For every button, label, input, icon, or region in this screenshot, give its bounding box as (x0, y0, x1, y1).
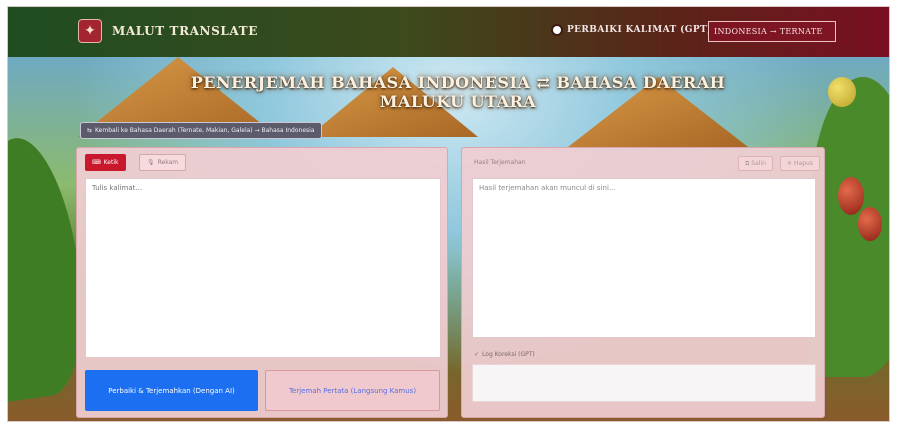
output-panel: Hasil Terjemahan ⧉ Salin ✕ Hapus Hasil t… (461, 147, 825, 418)
clear-button-label: Hapus (794, 160, 813, 167)
language-direction-select[interactable]: INDONESIA → TERNATE (708, 21, 836, 42)
toggle-radio-icon[interactable] (553, 26, 561, 34)
tab-record[interactable]: 🎙 Rekam (139, 154, 187, 171)
logo-icon: ✦ (78, 19, 102, 43)
top-bar: ✦ MALUT TRANSLATE PERBAIKI KALIMAT (GPT)… (8, 7, 889, 57)
cocoa-pod (858, 207, 882, 241)
reverse-direction-chip[interactable]: ⇆ Kembali ke Bahasa Daerah (Ternate, Mak… (80, 122, 322, 139)
brand-title: MALUT TRANSLATE (112, 24, 258, 38)
copy-button-label: Salin (751, 160, 766, 167)
toggle-label: PERBAIKI KALIMAT (GPT) (567, 25, 712, 35)
yellow-fruit (828, 77, 856, 107)
output-label: Hasil Terjemahan (474, 159, 526, 166)
translation-output[interactable]: Hasil terjemahan akan muncul di sini... (472, 178, 816, 338)
tab-record-label: Rekam (157, 159, 179, 166)
reverse-chip-label: Kembali ke Bahasa Daerah (Ternate, Makia… (95, 127, 315, 134)
trash-icon: ✕ (787, 160, 793, 167)
correction-log-box (472, 364, 816, 402)
clear-button[interactable]: ✕ Hapus (780, 156, 820, 171)
log-label: Log Koreksi (GPT) (482, 351, 535, 358)
chevron-down-icon: ✓ (474, 351, 480, 358)
page-title: PENERJEMAH BAHASA INDONESIA ⇄ BAHASA DAE… (190, 73, 726, 111)
microphone-icon: 🎙 (147, 159, 155, 166)
correct-and-translate-button[interactable]: Perbaiki & Terjemahkan (Dengan AI) (85, 370, 258, 411)
tab-type[interactable]: ⌨ Ketik (85, 154, 126, 171)
copy-icon: ⧉ (745, 159, 750, 167)
swap-icon: ⇆ (87, 127, 93, 134)
input-panel: ⌨ Ketik 🎙 Rekam Perbaiki & Terjemahkan (… (76, 147, 448, 418)
correction-log-toggle[interactable]: ✓ Log Koreksi (GPT) (474, 351, 535, 358)
keyboard-icon: ⌨ (92, 159, 101, 166)
cocoa-pod (838, 177, 864, 215)
dictionary-button-label: Terjemah Pertata (Langsung Kamus) (288, 386, 417, 395)
source-text-input[interactable] (85, 178, 441, 358)
translate-button-label: Perbaiki & Terjemahkan (Dengan AI) (108, 386, 235, 395)
gpt-correction-toggle[interactable]: PERBAIKI KALIMAT (GPT) (553, 25, 712, 35)
app-frame: ✦ MALUT TRANSLATE PERBAIKI KALIMAT (GPT)… (7, 6, 890, 422)
copy-button[interactable]: ⧉ Salin (738, 156, 773, 171)
tab-type-label: Ketik (103, 159, 119, 166)
direct-dictionary-translate-button[interactable]: Terjemah Pertata (Langsung Kamus) (265, 370, 440, 411)
